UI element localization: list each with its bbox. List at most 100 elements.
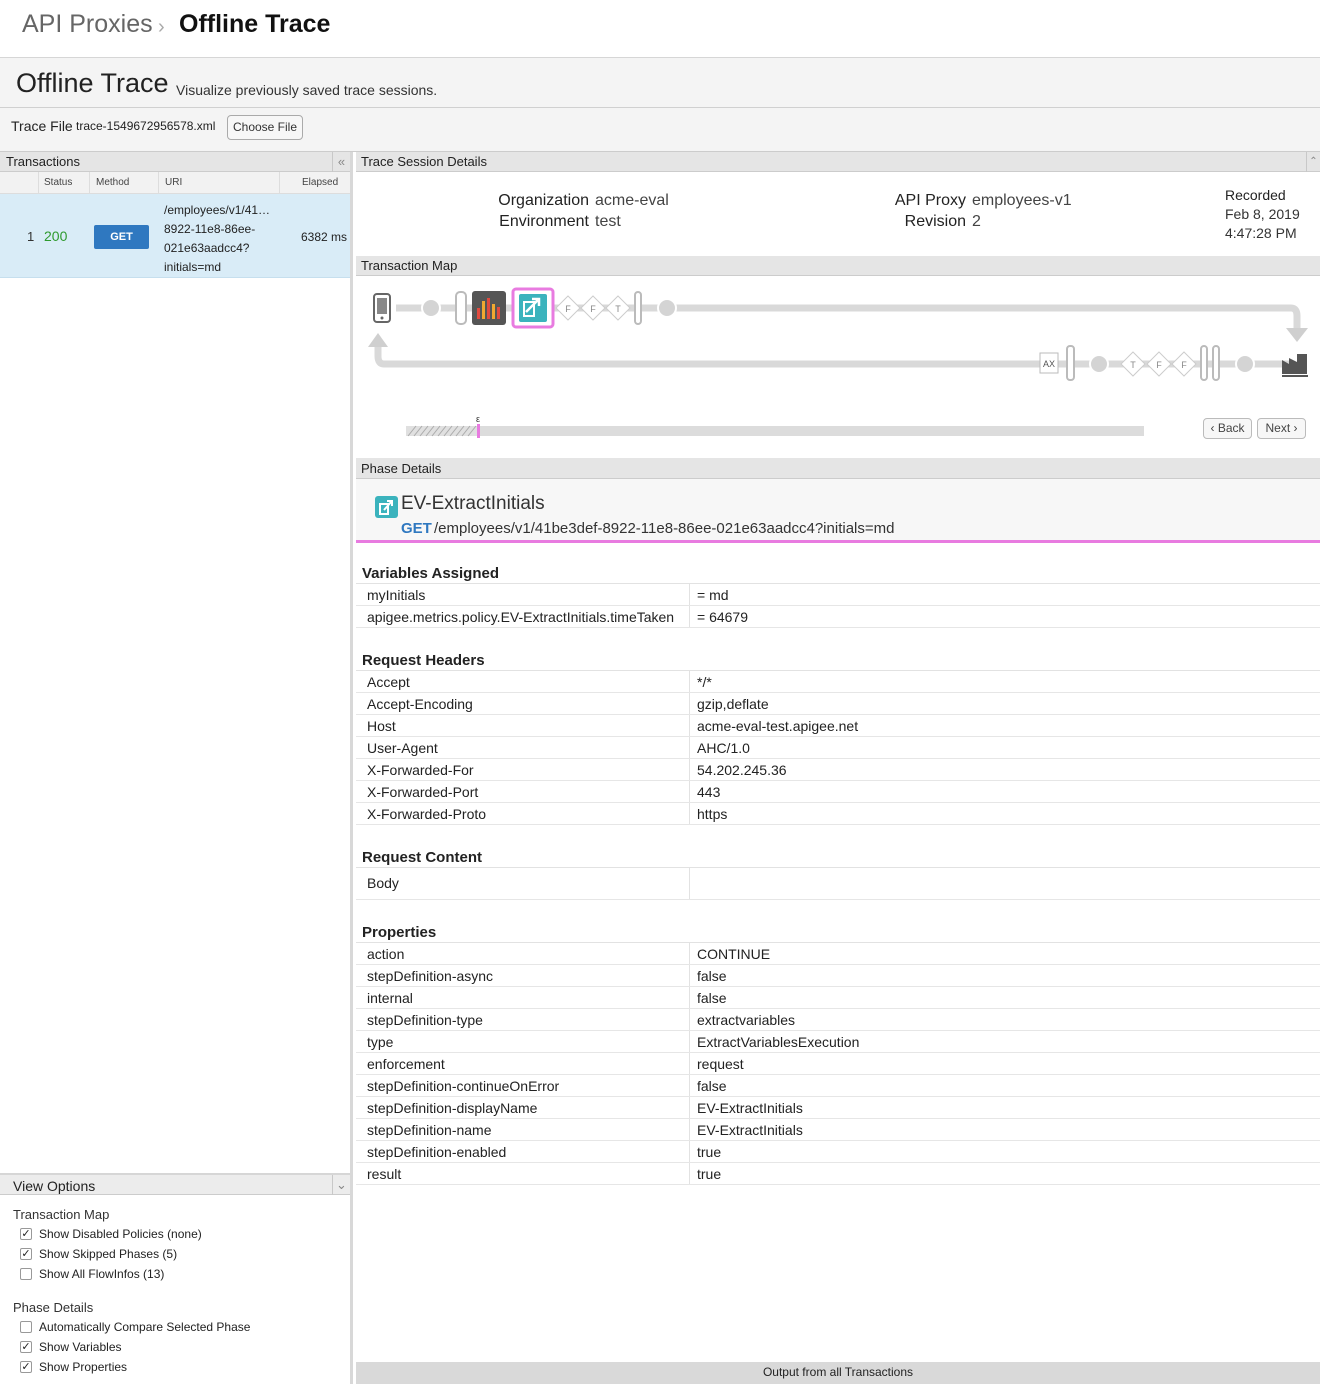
- table-row: stepDefinition-async false: [356, 965, 1320, 987]
- row-key: X-Forwarded-For: [367, 762, 474, 778]
- arrow-up-icon: [368, 333, 388, 347]
- column-divider: [38, 172, 39, 194]
- option-label: Show Properties: [39, 1360, 128, 1374]
- checkbox[interactable]: [20, 1268, 32, 1280]
- collapse-up-icon[interactable]: ⌃: [1306, 152, 1320, 172]
- collapse-down-icon[interactable]: ⌄: [332, 1175, 350, 1195]
- extract-variables-policy-icon[interactable]: [511, 287, 555, 329]
- row-value: = md: [697, 587, 729, 603]
- session-title: Trace Session Details: [361, 154, 487, 169]
- chevron-left-icon: ‹: [1210, 421, 1218, 435]
- row-key: stepDefinition-type: [367, 1012, 483, 1028]
- row-value: acme-eval-test.apigee.net: [697, 718, 859, 734]
- column-divider: [89, 172, 90, 194]
- trace-file-label: Trace File: [11, 118, 73, 134]
- table-row: result true: [356, 1163, 1320, 1185]
- flow-node[interactable]: [1089, 354, 1109, 374]
- transaction-map: F F T AX T F F ε ‹ Back Next ›: [356, 276, 1320, 460]
- checkbox[interactable]: ✓: [20, 1361, 32, 1373]
- option-show-all-flowinfos[interactable]: Show All FlowInfos (13): [0, 1264, 350, 1284]
- column-divider: [279, 172, 280, 194]
- option-auto-compare[interactable]: Automatically Compare Selected Phase: [0, 1317, 350, 1337]
- env-label: Environment: [499, 213, 589, 230]
- checkbox[interactable]: ✓: [20, 1341, 32, 1353]
- section-title: Variables Assigned: [356, 564, 1320, 584]
- condition-label: F: [590, 304, 596, 314]
- breadcrumb: API Proxies › Offline Trace: [0, 0, 1320, 58]
- table-row: stepDefinition-enabled true: [356, 1141, 1320, 1163]
- column-divider: [689, 781, 690, 802]
- row-value: AHC/1.0: [697, 740, 750, 756]
- transaction-map-header: Transaction Map: [356, 256, 1320, 276]
- backend-factory-icon[interactable]: [1282, 354, 1308, 377]
- uri-line: 8922-11e8-86ee-: [164, 222, 256, 236]
- timeline-marker-label: ε: [476, 414, 480, 424]
- assign-message-label: AX: [1043, 359, 1055, 369]
- checkbox[interactable]: [20, 1321, 32, 1333]
- column-divider: [689, 987, 690, 1008]
- phase-details-header: Phase Details: [356, 458, 1320, 479]
- flow-bar[interactable]: [1200, 345, 1208, 381]
- column-method[interactable]: Method: [96, 177, 129, 188]
- flow-node[interactable]: [421, 298, 441, 318]
- option-label: Show Skipped Phases (5): [39, 1247, 178, 1261]
- row-key: Host: [367, 718, 396, 734]
- option-show-skipped-phases[interactable]: ✓ Show Skipped Phases (5): [0, 1244, 350, 1264]
- option-show-properties[interactable]: ✓ Show Properties: [0, 1357, 350, 1377]
- collapse-left-icon[interactable]: «: [332, 152, 350, 172]
- variables-section: Variables Assigned myInitials = md apigee.…: [356, 564, 1320, 628]
- flow-bar[interactable]: [1212, 345, 1220, 381]
- phase-summary: EV-ExtractInitials GET /employees/v1/41b…: [356, 479, 1320, 543]
- condition-label: F: [1181, 360, 1187, 370]
- timeline-cursor[interactable]: [477, 424, 480, 438]
- row-value: */*: [697, 674, 712, 690]
- row-key: internal: [367, 990, 413, 1006]
- option-show-disabled-policies[interactable]: ✓ Show Disabled Policies (none): [0, 1224, 350, 1244]
- client-phone-icon[interactable]: [373, 293, 391, 323]
- output-all-transactions[interactable]: Output from all Transactions: [356, 1362, 1320, 1384]
- column-elapsed[interactable]: Elapsed: [302, 177, 338, 188]
- row-key: stepDefinition-displayName: [367, 1100, 538, 1116]
- option-show-variables[interactable]: ✓ Show Variables: [0, 1337, 350, 1357]
- recorded-info: Recorded Feb 8, 2019 4:47:28 PM: [1225, 186, 1300, 243]
- transaction-number: 1: [27, 229, 35, 244]
- checkbox[interactable]: ✓: [20, 1228, 32, 1240]
- table-row: stepDefinition-displayName EV-ExtractInit…: [356, 1097, 1320, 1119]
- row-value: extractvariables: [697, 1012, 796, 1028]
- table-row: Accept */*: [356, 671, 1320, 693]
- table-row: myInitials = md: [356, 584, 1320, 606]
- flow-bar[interactable]: [455, 291, 467, 325]
- back-button[interactable]: ‹ Back: [1203, 418, 1252, 439]
- org-label: Organization: [498, 192, 589, 209]
- column-status[interactable]: Status: [44, 177, 72, 188]
- table-row: stepDefinition-name EV-ExtractInitials: [356, 1119, 1320, 1141]
- transactions-title: Transactions: [6, 154, 80, 169]
- transactions-header: Transactions «: [0, 152, 350, 172]
- row-value: true: [697, 1166, 722, 1182]
- timeline-track[interactable]: [478, 426, 1144, 436]
- flow-bar[interactable]: [634, 291, 642, 325]
- row-value: = 64679: [697, 609, 748, 625]
- analytics-policy-icon[interactable]: [472, 291, 506, 325]
- breadcrumb-current: Offline Trace: [179, 10, 331, 38]
- table-row: Host acme-eval-test.apigee.net: [356, 715, 1320, 737]
- request-flow-curve: [1290, 304, 1301, 328]
- flow-bar[interactable]: [1066, 345, 1075, 381]
- breadcrumb-api-proxies[interactable]: API Proxies: [22, 10, 153, 39]
- next-button[interactable]: Next ›: [1257, 418, 1306, 439]
- flow-node[interactable]: [1235, 354, 1255, 374]
- column-divider: [689, 584, 690, 605]
- choose-file-button[interactable]: Choose File: [227, 115, 303, 140]
- request-content-section: Request Content Body: [356, 848, 1320, 900]
- column-divider: [689, 868, 690, 899]
- proxy-field: API Proxy employees-v1: [886, 192, 1072, 210]
- table-row: Body: [356, 868, 1320, 900]
- column-uri[interactable]: URI: [165, 177, 182, 188]
- transaction-elapsed: 6382 ms: [301, 230, 348, 244]
- checkbox[interactable]: ✓: [20, 1248, 32, 1260]
- flow-node[interactable]: [657, 298, 677, 318]
- transaction-row[interactable]: 1 200 GET /employees/v1/41… 8922-11e8-86…: [0, 194, 350, 278]
- transactions-panel: Transactions « Status Method URI Elapsed…: [0, 152, 353, 1384]
- row-key: myInitials: [367, 587, 426, 603]
- column-divider: [689, 1075, 690, 1096]
